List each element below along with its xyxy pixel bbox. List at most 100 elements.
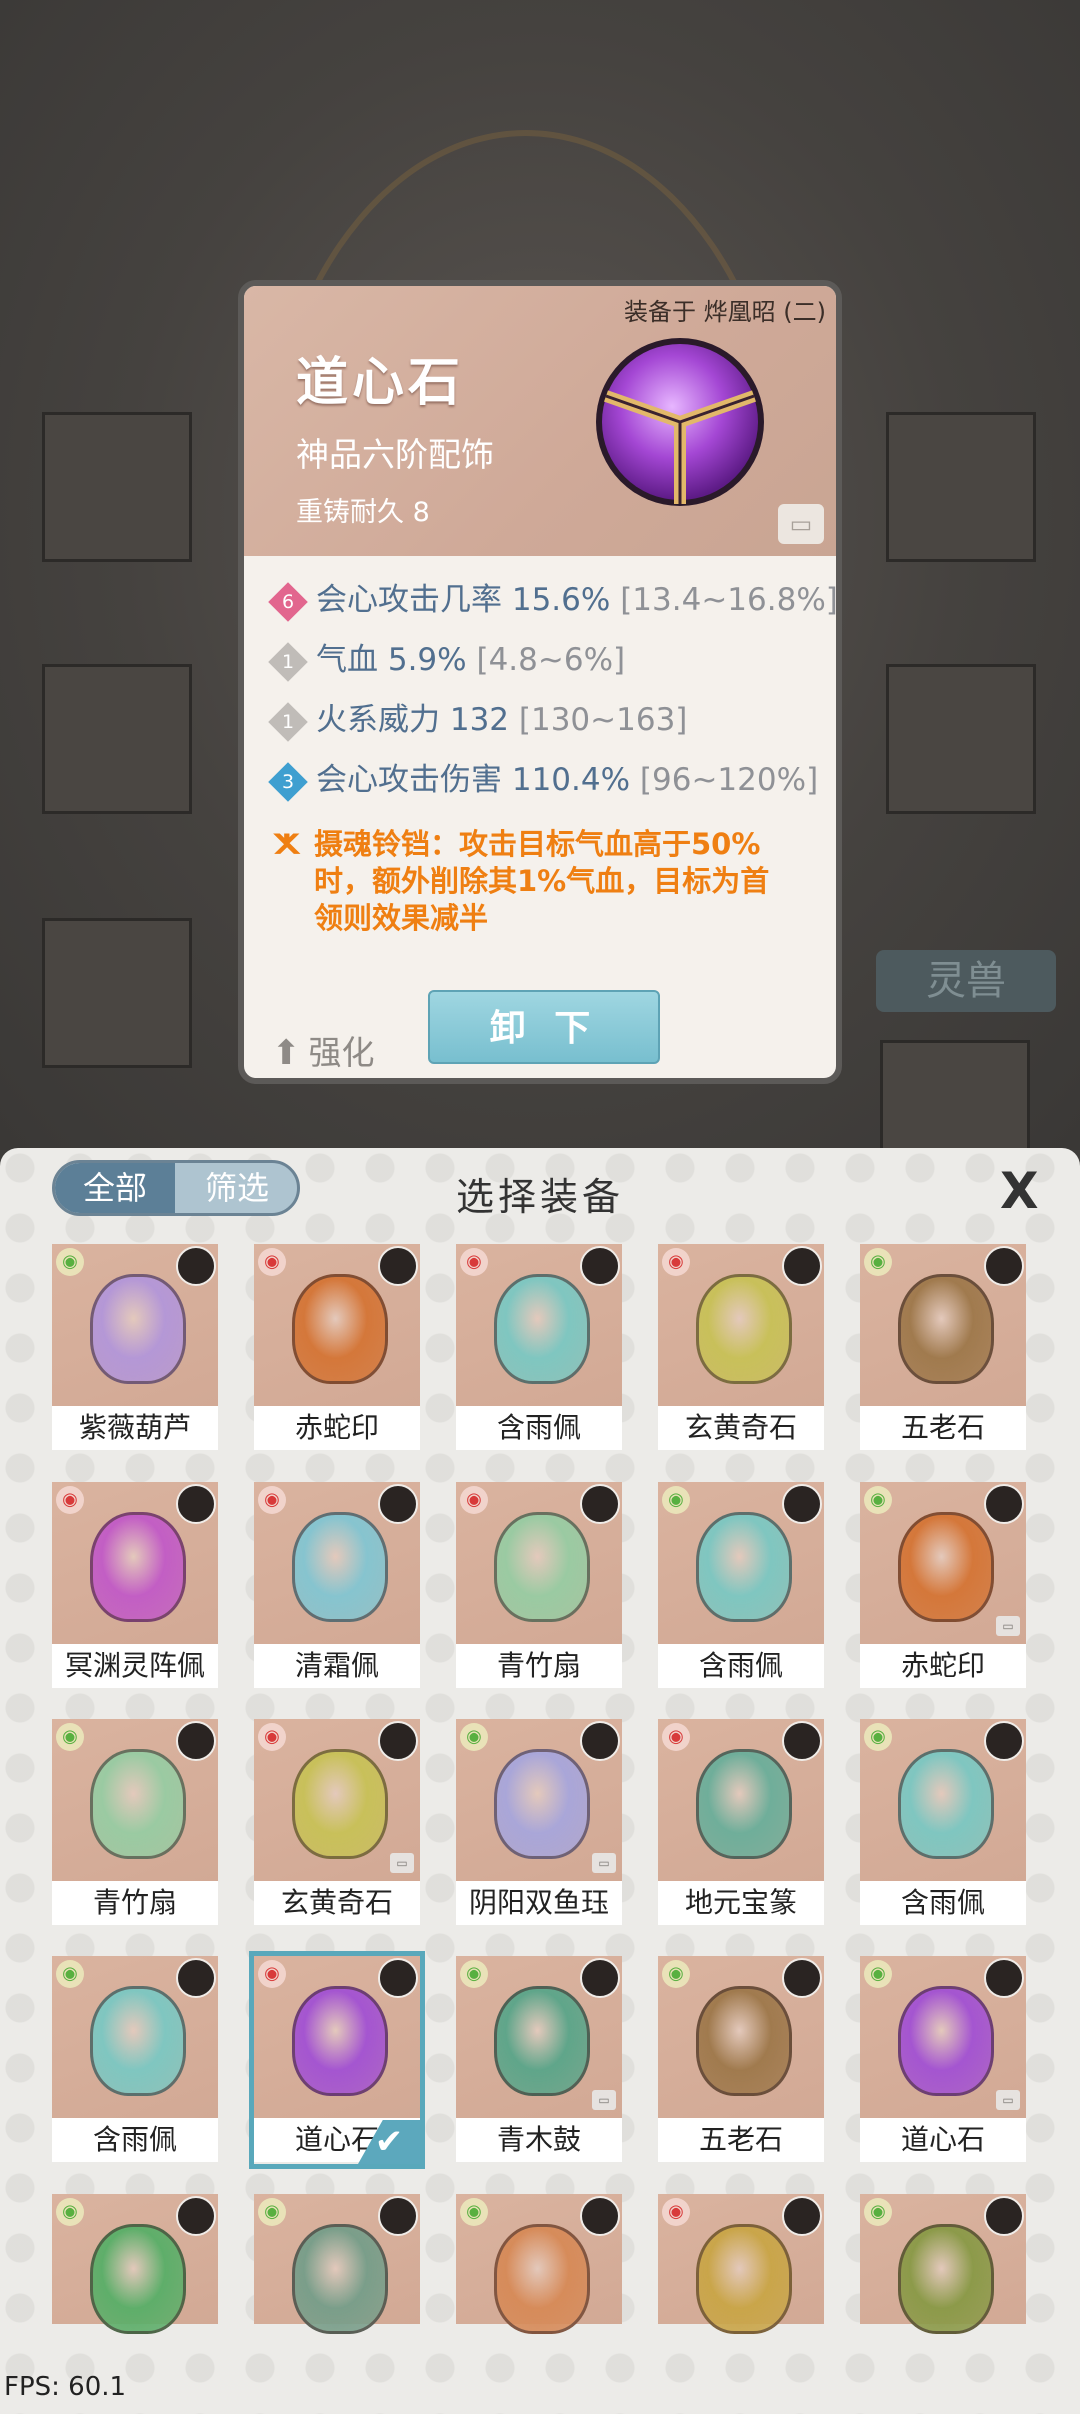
stat-row: 1 火系威力 132 [130~163] (268, 698, 687, 742)
equipment-icon (696, 1512, 792, 1622)
background-equip-slot (886, 412, 1036, 562)
equipment-tile[interactable]: ◉ 玄黄奇石 (658, 1244, 824, 1452)
wood-element-icon: ◉ (460, 1723, 488, 1751)
equipment-name: 玄黄奇石 (658, 1406, 824, 1450)
equipment-name: 地元宝篆 (658, 1881, 824, 1925)
item-durability: 重铸耐久 8 (296, 497, 430, 528)
fire-element-icon: ◉ (258, 1723, 286, 1751)
owner-avatar (782, 1246, 822, 1286)
select-equipment-panel: 全部 筛选 选择装备 X ◉ 紫薇葫芦 ◉ 赤蛇印 ◉ 含雨佩 ◉ 玄黄奇石 ◉ 五老石 ◉ 冥渊灵阵… (0, 1148, 1080, 2414)
equipment-icon (90, 2224, 186, 2334)
strengthen-label: 强化 (308, 1033, 375, 1072)
equipment-tile[interactable]: ◉ (254, 2194, 420, 2334)
equipment-icon (898, 1274, 994, 1384)
equipment-tile[interactable]: ◉ 紫薇葫芦 (52, 1244, 218, 1452)
equipment-art: ◉ ▭ (860, 1956, 1026, 2118)
equipment-art: ◉ ▭ (456, 1719, 622, 1881)
equipment-name: 五老石 (860, 1406, 1026, 1450)
background-equip-slot (42, 412, 192, 562)
equipment-art: ◉ (658, 1244, 824, 1406)
owner-avatar (580, 1721, 620, 1761)
owner-avatar (984, 1721, 1024, 1761)
background-equip-slot (42, 664, 192, 814)
owner-avatar (378, 2196, 418, 2236)
fire-element-icon: ◉ (460, 1248, 488, 1276)
equipment-tile[interactable]: ◉ ▭ 阴阳双鱼珏 (456, 1719, 622, 1927)
equipment-icon (696, 2224, 792, 2334)
equipment-tile[interactable]: ◉ ▭ 道心石 (860, 1956, 1026, 2164)
equipment-tile[interactable]: ◉ (52, 2194, 218, 2334)
owner-avatar (782, 1721, 822, 1761)
equipment-tile[interactable]: ◉ (860, 2194, 1026, 2334)
equipment-art: ◉ (860, 1244, 1026, 1406)
equipment-tile[interactable]: ◉ 含雨佩 (52, 1956, 218, 2164)
equipment-art: ◉ (52, 1719, 218, 1881)
equipment-art: ◉ (52, 1482, 218, 1644)
equipment-tile[interactable]: ◉ 赤蛇印 (254, 1244, 420, 1452)
owner-avatar (580, 1484, 620, 1524)
owner-avatar (378, 1484, 418, 1524)
item-detail-header: 装备于 烨凰昭 (二) 道心石 神品六阶配饰 重铸耐久 8 ▭ (244, 286, 836, 556)
equipment-icon (292, 1986, 388, 2096)
equipment-tile[interactable]: ◉ 地元宝篆 (658, 1719, 824, 1927)
owner-avatar (984, 2196, 1024, 2236)
owner-avatar (580, 2196, 620, 2236)
equipment-art: ◉ ▭ (456, 1956, 622, 2118)
equipment-icon (898, 2224, 994, 2334)
equipment-art: ◉ (456, 2194, 622, 2334)
equipment-tile[interactable]: ◉ ▭ 玄黄奇石 (254, 1719, 420, 1927)
fire-element-icon: ◉ (662, 1248, 690, 1276)
equipment-tile[interactable]: ◉ ▭ 青木鼓 (456, 1956, 622, 2164)
equipment-art: ◉ (254, 2194, 420, 2334)
equipment-name: 含雨佩 (52, 2118, 218, 2162)
fire-element-icon: ◉ (460, 1486, 488, 1514)
wood-element-icon: ◉ (56, 2198, 84, 2226)
effect-line: 摄魂铃铛：攻击目标气血高于50% (314, 827, 761, 861)
equipment-art: ◉ (658, 1719, 824, 1881)
owner-avatar (378, 1958, 418, 1998)
background-equip-slot (42, 918, 192, 1068)
strengthen-button[interactable]: ⬆ 强化 (272, 1026, 375, 1074)
equipment-icon (898, 1986, 994, 2096)
equipment-tile[interactable]: ◉ (456, 2194, 622, 2334)
equipment-icon (90, 1986, 186, 2096)
equipment-art: ◉ (254, 1244, 420, 1406)
owner-avatar (782, 2196, 822, 2236)
equipment-name: 含雨佩 (456, 1406, 622, 1450)
equipment-tile[interactable]: ◉ 清霜佩 (254, 1482, 420, 1690)
equipment-tile[interactable]: ◉ 含雨佩 (860, 1719, 1026, 1927)
wood-element-icon: ◉ (864, 1723, 892, 1751)
owner-avatar (984, 1484, 1024, 1524)
wood-element-icon: ◉ (662, 1960, 690, 1988)
equipment-tile[interactable]: ◉ 五老石 (860, 1244, 1026, 1452)
upgrade-arrow-icon: ⬆ (272, 1033, 301, 1073)
equipment-tile[interactable]: ◉ 道心石 ✔ (249, 1951, 425, 2169)
equipment-tile[interactable]: ◉ 五老石 (658, 1956, 824, 2164)
owner-avatar (984, 1246, 1024, 1286)
unequip-button[interactable]: 卸 下 (428, 990, 660, 1064)
fire-element-icon: ◉ (56, 1486, 84, 1514)
equipment-tile[interactable]: ◉ 青竹扇 (52, 1719, 218, 1927)
equipment-tile[interactable]: ◉ 冥渊灵阵佩 (52, 1482, 218, 1690)
dao-heart-stone-icon (596, 338, 764, 506)
lock-icon[interactable]: ▭ (778, 504, 824, 544)
fire-element-icon: ◉ (662, 2198, 690, 2226)
equipment-name: 道心石 (860, 2118, 1026, 2162)
equipment-tile[interactable]: ◉ (658, 2194, 824, 2334)
equipment-tile[interactable]: ◉ 含雨佩 (658, 1482, 824, 1690)
wood-element-icon: ◉ (258, 2198, 286, 2226)
item-grade: 神品六阶配饰 (296, 435, 494, 474)
fire-element-icon: ◉ (258, 1486, 286, 1514)
stat-row: 6 会心攻击几率 15.6% [13.4~16.8%] (268, 578, 836, 622)
lock-icon: ▭ (592, 2090, 616, 2110)
stat-rank-badge: 1 (268, 701, 308, 742)
close-icon[interactable]: X (1000, 1162, 1039, 1220)
stat-rank-badge: 3 (268, 761, 308, 802)
equipment-art: ◉ (860, 1719, 1026, 1881)
equipment-tile[interactable]: ◉ ▭ 赤蛇印 (860, 1482, 1026, 1690)
owner-avatar (580, 1958, 620, 1998)
equipment-tile[interactable]: ◉ 青竹扇 (456, 1482, 622, 1690)
equipment-tile[interactable]: ◉ 含雨佩 (456, 1244, 622, 1452)
lock-icon: ▭ (996, 1616, 1020, 1636)
equipment-art: ◉ (52, 2194, 218, 2334)
